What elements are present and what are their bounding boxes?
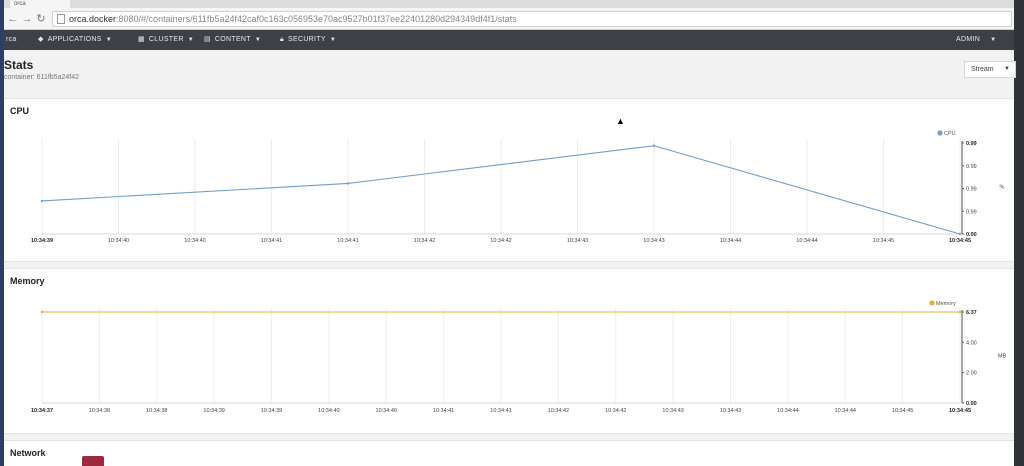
x-tick-label: 10:34:44: [720, 238, 741, 244]
url-path: :8080/#/containers/611fb5a24f42caf0c163c…: [116, 14, 517, 24]
address-bar[interactable]: orca.docker:8080/#/containers/611fb5a24f…: [52, 11, 1012, 27]
x-tick-label: 10:34:39: [203, 408, 224, 414]
x-tick-label: 10:34:43: [720, 408, 741, 414]
x-tick-label: 10:34:42: [414, 238, 435, 244]
x-tick-label: 10:34:41: [490, 408, 511, 414]
forward-arrow-icon[interactable]: →: [20, 12, 34, 26]
x-tick-label: 10:34:45: [892, 408, 913, 414]
chevron-down-icon: ▼: [187, 37, 194, 43]
memory-chart: 10:34:37 10:34:38 10:34:38 10:34:39 10:34:39…: [31, 300, 1007, 414]
cpu-panel: CPU 10:34:39 10:34:40 10:34:40 10:34:41 10:3…: [4, 98, 1014, 262]
y-tick-label: 0.99: [966, 209, 977, 215]
data-point: [40, 199, 44, 203]
chevron-down-icon: ▼: [254, 37, 262, 43]
x-tick-label: 10:34:43: [567, 238, 588, 244]
x-tick-label: 10:34:45: [949, 408, 971, 414]
x-tick-label: 10:34:39: [261, 408, 282, 414]
url-host: orca.docker: [69, 14, 117, 24]
page-title: Stats: [4, 58, 34, 72]
container-id: container: 611fb5a24f42: [4, 74, 79, 81]
content-icon: ▤: [204, 36, 211, 43]
x-tick-label: 10:34:38: [89, 408, 110, 414]
stream-select-value: Stream: [971, 66, 994, 73]
mouse-cursor-icon: ▲: [616, 116, 625, 126]
y-tick-label: 0.00: [966, 401, 977, 407]
applications-icon: ◆: [38, 36, 44, 43]
x-tick-label: 10:34:37: [31, 408, 53, 414]
data-point: [958, 310, 962, 314]
legend-label: CPU: [944, 131, 956, 137]
y-tick-label: 0.99: [966, 164, 977, 170]
lock-icon: 🔒︎: [280, 36, 285, 43]
app-navbar: rca ◆ APPLICATIONS ▼ ▦ CLUSTER ▼ ▤ CONTENT ▼ 🔒…: [4, 30, 1014, 50]
x-tick-label: 10:34:41: [433, 408, 454, 414]
nav-security[interactable]: 🔒︎ SECURITY ▼: [280, 30, 336, 50]
x-tick-label: 10:34:41: [261, 238, 282, 244]
nav-security-label: SECURITY: [288, 36, 326, 43]
chevron-down-icon: ▼: [1004, 66, 1010, 72]
chevron-down-icon: ▼: [329, 37, 337, 43]
y-tick-label: 0.00: [966, 232, 977, 238]
stream-select[interactable]: Stream ▼: [964, 61, 1016, 78]
nav-content-label: CONTENT: [214, 36, 251, 43]
y-axis-unit: %: [1000, 185, 1005, 191]
nav-cluster[interactable]: ▦ CLUSTER ▼: [138, 30, 194, 50]
screen: orca ← → ↻ orca.docker:8080/#/containers…: [0, 0, 1024, 466]
x-tick-label: 10:34:40: [376, 408, 397, 414]
memory-panel: Memory 10:34:37 10:34:38 10:34:38 10:34:39 1…: [4, 268, 1014, 434]
x-tick-label: 10:34:38: [146, 408, 167, 414]
x-tick-label: 10:34:39: [31, 238, 53, 244]
network-panel: Network: [4, 440, 1014, 466]
legend-swatch: [929, 300, 935, 306]
page-icon: [57, 14, 65, 24]
y-tick-label: 4.00: [966, 340, 977, 346]
nav-cluster-label: CLUSTER: [148, 36, 184, 43]
x-tick-label: 10:34:43: [662, 408, 683, 414]
nav-applications[interactable]: ◆ APPLICATIONS ▼: [38, 30, 112, 50]
back-arrow-icon[interactable]: ←: [6, 12, 20, 26]
nav-admin[interactable]: ADMIN ▼: [956, 30, 996, 50]
x-tick-label: 10:34:44: [796, 238, 817, 244]
y-tick-label: 0.99: [966, 187, 977, 193]
nav-admin-label: ADMIN: [956, 36, 981, 43]
chevron-down-icon: ▼: [105, 37, 112, 43]
x-tick-label: 10:34:42: [605, 408, 626, 414]
y-tick-label: 0.99: [966, 141, 977, 147]
reload-icon[interactable]: ↻: [34, 12, 48, 26]
data-point: [958, 232, 962, 236]
nav-content[interactable]: ▤ CONTENT ▼: [204, 30, 261, 50]
x-tick-label: 10:34:45: [949, 238, 971, 244]
cpu-chart: 10:34:39 10:34:40 10:34:40 10:34:41 10:34:41…: [31, 130, 1005, 244]
network-panel-title: Network: [10, 448, 46, 458]
legend-label: Memory: [936, 301, 956, 307]
x-tick-label: 10:34:44: [835, 408, 856, 414]
data-point: [40, 310, 44, 314]
browser-tab-strip: orca: [4, 0, 1014, 8]
chevron-down-icon: ▼: [990, 37, 997, 43]
x-tick-label: 10:34:41: [337, 238, 358, 244]
x-tick-label: 10:34:40: [318, 408, 339, 414]
cluster-icon: ▦: [138, 36, 145, 43]
x-tick-label: 10:34:40: [184, 238, 205, 244]
brand-link[interactable]: rca: [6, 30, 17, 50]
x-tick-label: 10:34:45: [873, 238, 894, 244]
y-axis-unit: MB: [998, 354, 1007, 360]
data-point: [652, 144, 656, 147]
data-point: [346, 182, 350, 185]
x-tick-label: 10:34:40: [108, 238, 129, 244]
browser-tab[interactable]: orca: [10, 0, 70, 8]
y-tick-label: 2.00: [966, 371, 977, 377]
x-tick-label: 10:34:43: [643, 238, 664, 244]
nav-applications-label: APPLICATIONS: [47, 36, 102, 43]
taskbar-icon: [82, 456, 104, 466]
x-tick-label: 10:34:44: [777, 408, 798, 414]
x-tick-label: 10:34:42: [548, 408, 569, 414]
x-tick-label: 10:34:42: [490, 238, 511, 244]
browser-toolbar: ← → ↻ orca.docker:8080/#/containers/611f…: [4, 8, 1014, 30]
legend-swatch: [937, 130, 943, 136]
y-tick-label: 6.37: [966, 310, 977, 316]
